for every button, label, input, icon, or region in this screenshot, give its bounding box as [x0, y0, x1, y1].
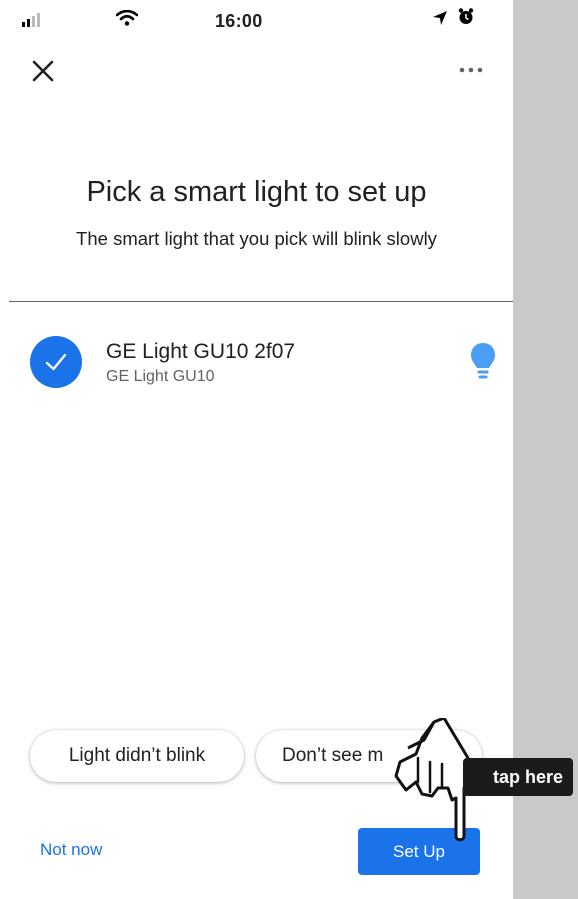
device-name: GE Light GU10 2f07: [106, 340, 296, 363]
device-list-item[interactable]: GE Light GU10 2f07 GE Light GU10: [0, 330, 513, 400]
phone-screen: 16:00 Pick a smart light to set up The s…: [0, 0, 513, 899]
not-now-button[interactable]: Not now: [40, 840, 102, 860]
page-subtitle: The smart light that you pick will blink…: [76, 228, 437, 249]
lightbulb-icon: [471, 343, 495, 379]
signal-icon: [22, 13, 40, 27]
tap-here-label: tap here: [463, 758, 574, 796]
location-arrow-icon: [433, 11, 447, 25]
divider: [9, 301, 513, 302]
page-title: Pick a smart light to set up: [86, 176, 427, 208]
wifi-icon: [116, 10, 138, 26]
alarm-icon: [458, 8, 474, 24]
device-model: GE Light GU10: [106, 368, 215, 385]
more-horiz-icon[interactable]: [455, 62, 487, 78]
close-icon[interactable]: [30, 58, 56, 84]
light-didnt-blink-button[interactable]: Light didn’t blink: [30, 730, 244, 782]
selected-check-icon[interactable]: [30, 336, 82, 388]
status-bar: 16:00: [0, 0, 513, 40]
status-time: 16:00: [215, 11, 263, 31]
